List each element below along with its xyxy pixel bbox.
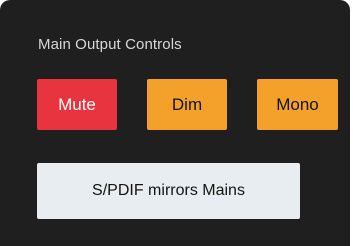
dim-button[interactable]: Dim <box>147 79 227 130</box>
mute-button[interactable]: Mute <box>37 79 117 130</box>
mono-button-label: Mono <box>276 94 319 114</box>
mute-button-label: Mute <box>58 94 96 114</box>
mono-button[interactable]: Mono <box>257 79 338 130</box>
main-output-controls-panel: Main Output Controls Mute Dim Mono S/PDI… <box>0 0 350 246</box>
spdif-button-label: S/PDIF mirrors Mains <box>92 182 245 199</box>
spdif-mirrors-mains-button[interactable]: S/PDIF mirrors Mains <box>37 163 300 219</box>
dim-button-label: Dim <box>171 94 203 114</box>
panel-title: Main Output Controls <box>38 36 182 53</box>
